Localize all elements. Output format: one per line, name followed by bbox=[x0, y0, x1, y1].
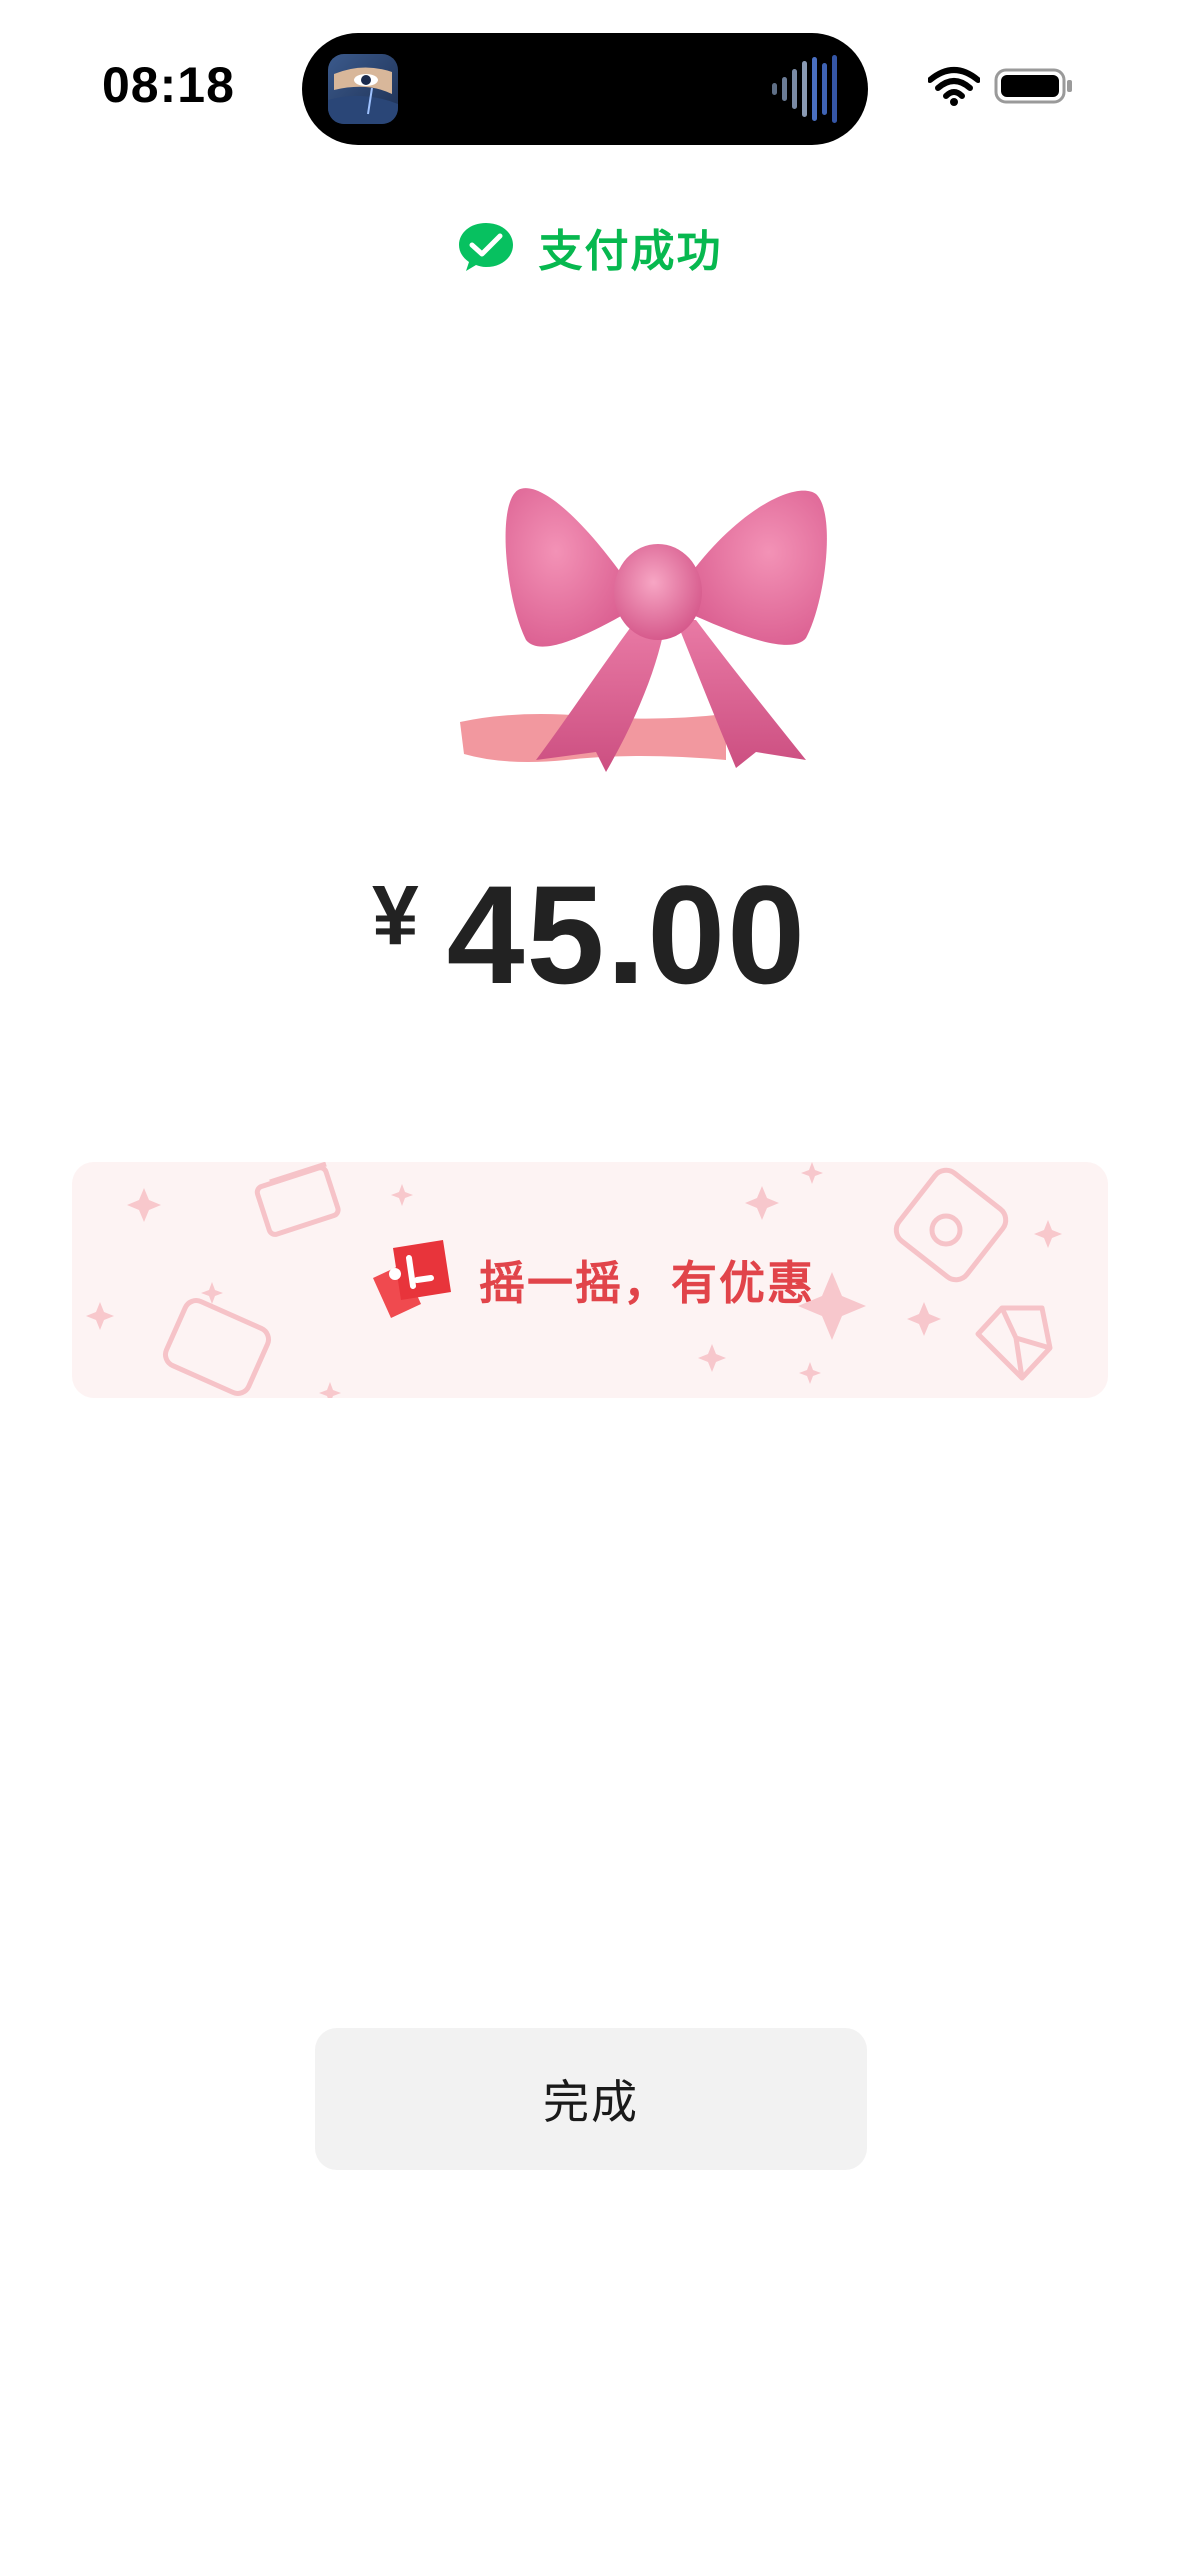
payment-amount: ¥ 45.00 bbox=[0, 856, 1179, 1013]
pink-bow-icon bbox=[456, 460, 856, 790]
shake-for-discount-banner[interactable]: 摇一摇，有优惠 bbox=[72, 1162, 1108, 1398]
wifi-icon bbox=[927, 66, 981, 106]
now-playing-artwork-icon bbox=[328, 54, 398, 124]
red-ticket-icon bbox=[373, 1240, 451, 1318]
wechat-pay-icon bbox=[458, 223, 513, 271]
dynamic-island[interactable] bbox=[302, 33, 868, 145]
payment-success-header: 支付成功 bbox=[0, 212, 1179, 282]
payment-success-title: 支付成功 bbox=[538, 226, 723, 277]
amount-value: 45.00 bbox=[446, 856, 808, 1013]
battery-icon bbox=[994, 66, 1074, 106]
audio-waveform-icon bbox=[770, 53, 840, 125]
currency-symbol: ¥ bbox=[371, 867, 419, 962]
shake-for-discount-label: 摇一摇，有优惠 bbox=[479, 1256, 815, 1310]
status-time: 08:18 bbox=[102, 57, 235, 113]
done-button[interactable]: 完成 bbox=[315, 2028, 867, 2170]
